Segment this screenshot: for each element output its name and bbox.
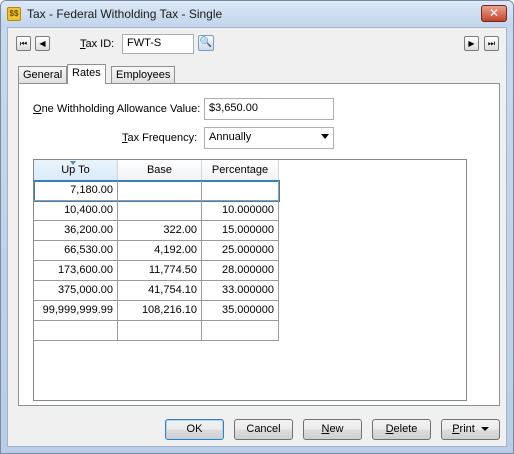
cell-up-to[interactable]: 375,000.00 (34, 281, 118, 301)
column-header-base[interactable]: Base (118, 160, 202, 181)
tab-rates[interactable]: Rates (67, 64, 106, 84)
delete-button-label: elete (393, 423, 418, 435)
window-title: Tax - Federal Witholding Tax - Single (27, 7, 223, 21)
allowance-label: One Withholding Allowance Value: (33, 103, 200, 115)
next-record-button[interactable]: ▶ (464, 36, 479, 51)
cell-percentage[interactable]: 33.000000 (202, 281, 279, 301)
ok-button[interactable]: OK (165, 419, 224, 440)
cell-up-to[interactable]: 99,999,999.99 (34, 301, 118, 321)
table-row[interactable]: 99,999,999.99 108,216.10 35.000000 (34, 301, 279, 321)
previous-record-button[interactable]: ◀ (35, 36, 50, 51)
first-record-button[interactable]: ⏮ (16, 36, 31, 51)
cell-up-to[interactable]: 173,600.00 (34, 261, 118, 281)
app-icon: $$ (7, 7, 21, 21)
cell-base[interactable]: 11,774.50 (118, 261, 202, 281)
dialog-body: ⏮ ◀ ▶ ⏭ Tax ID: FWT-S 🔍 General Rates Em… (7, 27, 507, 447)
cell-percentage[interactable]: 15.000000 (202, 221, 279, 241)
cell-percentage[interactable]: 28.000000 (202, 261, 279, 281)
table-row-new[interactable] (34, 321, 279, 341)
cell-up-to[interactable]: 36,200.00 (34, 221, 118, 241)
allowance-label-text: ne Withholding Allowance Value: (41, 103, 201, 115)
cell-percentage[interactable] (202, 181, 279, 201)
print-button[interactable]: Print (441, 419, 500, 440)
rates-grid[interactable]: Up To Base Percentage 7,180.00 10,400.00… (33, 159, 467, 401)
column-header-percentage[interactable]: Percentage (202, 160, 279, 181)
cell-up-to[interactable]: 66,530.00 (34, 241, 118, 261)
new-button[interactable]: New (303, 419, 362, 440)
table-row[interactable]: 10,400.00 10.000000 (34, 201, 279, 221)
table-row[interactable]: 375,000.00 41,754.10 33.000000 (34, 281, 279, 301)
title-bar[interactable]: $$ Tax - Federal Witholding Tax - Single… (1, 1, 513, 27)
tax-frequency-value: Annually (209, 131, 252, 143)
column-header-up-to[interactable]: Up To (34, 160, 118, 181)
cell-base[interactable]: 322.00 (118, 221, 202, 241)
cell-base[interactable]: 108,216.10 (118, 301, 202, 321)
cell-up-to[interactable] (34, 321, 118, 341)
chevron-down-icon[interactable] (321, 134, 329, 139)
tax-id-field[interactable]: FWT-S (122, 34, 194, 54)
cell-percentage[interactable]: 25.000000 (202, 241, 279, 261)
table-row[interactable]: 36,200.00 322.00 15.000000 (34, 221, 279, 241)
dropdown-arrow-icon (480, 427, 489, 432)
print-button-mnemonic: P (452, 423, 460, 435)
cell-up-to[interactable]: 10,400.00 (34, 201, 118, 221)
cell-base[interactable]: 4,192.00 (118, 241, 202, 261)
allowance-label-mnemonic: O (33, 103, 42, 115)
tab-employees[interactable]: Employees (111, 66, 176, 84)
delete-button[interactable]: Delete (372, 419, 431, 440)
close-icon[interactable]: ✕ (481, 5, 507, 22)
allowance-value-field[interactable]: $3,650.00 (204, 98, 334, 120)
cancel-button[interactable]: Cancel (234, 419, 293, 440)
cell-percentage[interactable]: 35.000000 (202, 301, 279, 321)
tab-general[interactable]: General (18, 66, 68, 84)
table-row[interactable]: 173,600.00 11,774.50 28.000000 (34, 261, 279, 281)
frequency-label-text: ax Frequency: (127, 132, 198, 144)
frequency-label: Tax Frequency: (122, 132, 197, 144)
tax-id-label: Tax ID: (80, 38, 114, 50)
table-row[interactable]: 7,180.00 (34, 180, 280, 202)
lookup-icon[interactable]: 🔍 (198, 35, 214, 51)
cell-base[interactable] (118, 201, 202, 221)
cell-up-to[interactable]: 7,180.00 (34, 181, 118, 201)
delete-button-mnemonic: D (385, 423, 394, 435)
tax-window: $$ Tax - Federal Witholding Tax - Single… (0, 0, 514, 454)
last-record-button[interactable]: ⏭ (484, 36, 499, 51)
tax-id-label-text: ax ID: (85, 38, 115, 50)
print-button-label: rint (459, 423, 475, 435)
new-button-label: ew (329, 423, 344, 435)
cell-base[interactable]: 41,754.10 (118, 281, 202, 301)
table-row[interactable]: 66,530.00 4,192.00 25.000000 (34, 241, 279, 261)
column-header-up-to-label: Up To (61, 164, 90, 176)
tax-frequency-select[interactable]: Annually (204, 127, 334, 149)
cell-base[interactable] (118, 181, 202, 201)
cell-base[interactable] (118, 321, 202, 341)
sort-indicator-icon (70, 161, 76, 165)
cell-percentage[interactable] (202, 321, 279, 341)
cell-percentage[interactable]: 10.000000 (202, 201, 279, 221)
